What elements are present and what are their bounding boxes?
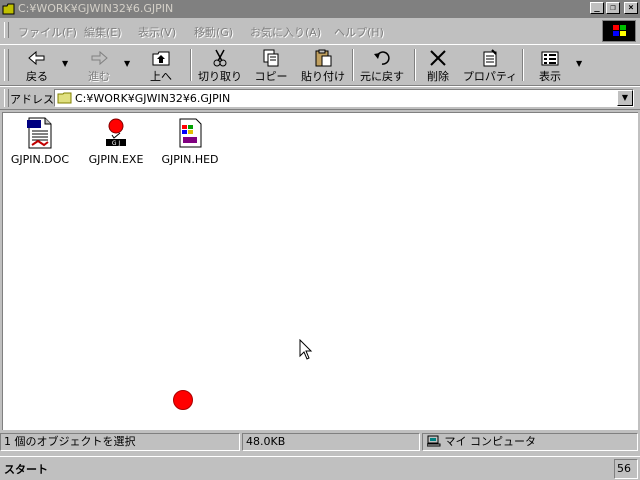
undo-label: 元に戻す: [360, 70, 404, 83]
taskbar: スタート 56: [0, 456, 640, 480]
address-grip[interactable]: [4, 89, 9, 107]
my-computer-icon: [426, 435, 441, 447]
address-combobox[interactable]: C:¥WORK¥GJWIN32¥6.GJPIN ▼: [54, 89, 634, 107]
toolbar-separator: [190, 49, 192, 81]
status-location: マイ コンピュータ: [444, 435, 537, 448]
paste-label: 貼り付け: [301, 70, 345, 83]
document-icon: [27, 117, 52, 149]
file-name: GJPIN.DOC: [10, 153, 70, 166]
exe-red-dot-icon: G J: [106, 118, 126, 147]
undo-icon: [374, 51, 390, 65]
forward-button[interactable]: 進む: [76, 47, 122, 85]
close-button[interactable]: ×: [624, 2, 638, 14]
up-label: 上へ: [150, 70, 172, 83]
menu-view[interactable]: 表示(V): [138, 24, 176, 40]
windows-flag-icon: [613, 25, 626, 36]
forward-dropdown-icon[interactable]: ▼: [124, 59, 130, 68]
cut-button[interactable]: 切り取り: [196, 47, 244, 85]
menu-file[interactable]: ファイル(F): [18, 24, 77, 40]
red-dot-marker: [173, 390, 193, 410]
mouse-pointer-icon: [299, 339, 313, 360]
cut-label: 切り取り: [198, 70, 242, 83]
toolbar-separator: [352, 49, 354, 81]
file-name: GJPIN.HED: [161, 153, 219, 166]
help-file-icon: [179, 118, 202, 148]
file-item-hed[interactable]: GJPIN.HED: [155, 117, 225, 166]
forward-label: 進む: [88, 70, 110, 83]
back-arrow-icon: [28, 50, 45, 66]
properties-button[interactable]: プロパティ: [462, 47, 518, 85]
views-dropdown-icon[interactable]: ▼: [576, 59, 582, 68]
delete-label: 削除: [427, 70, 449, 83]
menu-grip[interactable]: [4, 22, 9, 38]
address-dropdown-button[interactable]: ▼: [617, 90, 633, 106]
copy-button[interactable]: コピー: [250, 47, 292, 85]
file-list-view[interactable]: GJPIN.DOC G J GJPIN.EXE GJPIN.HED: [2, 112, 638, 430]
system-tray-clock[interactable]: 56: [614, 459, 638, 479]
views-icon: [541, 51, 559, 66]
menu-edit[interactable]: 編集(E): [84, 24, 122, 40]
delete-button[interactable]: 削除: [420, 47, 456, 85]
status-location-panel: マイ コンピュータ: [422, 433, 638, 451]
file-item-doc[interactable]: GJPIN.DOC: [5, 117, 75, 166]
start-button[interactable]: スタート: [4, 461, 48, 477]
address-path[interactable]: C:¥WORK¥GJWIN32¥6.GJPIN: [75, 92, 230, 105]
standard-toolbar: 戻る ▼ 進む ▼ 上へ 切り取り コピー 貼り付け 元に戻す 削除 プロパティ…: [0, 44, 640, 86]
status-size: 48.0KB: [242, 433, 420, 451]
toolbar-grip[interactable]: [4, 49, 9, 81]
back-label: 戻る: [26, 70, 48, 83]
windows-logo: [602, 20, 636, 42]
properties-icon: [483, 49, 497, 67]
up-button[interactable]: 上へ: [138, 47, 184, 85]
back-dropdown-icon[interactable]: ▼: [62, 59, 68, 68]
copy-icon: [263, 49, 279, 67]
undo-button[interactable]: 元に戻す: [358, 47, 406, 85]
views-button[interactable]: 表示: [528, 47, 572, 85]
status-selection: 1 個のオブジェクトを選択: [0, 433, 240, 451]
svg-text:G J: G J: [112, 140, 121, 147]
file-item-exe[interactable]: G J GJPIN.EXE: [81, 117, 151, 166]
explorer-window: C:¥WORK¥GJWIN32¥6.GJPIN _ ❐ × ファイル(F) 編集…: [0, 0, 640, 456]
folder-icon: [2, 3, 15, 15]
address-label: アドレス: [10, 93, 54, 106]
scissors-icon: [213, 49, 227, 67]
copy-label: コピー: [254, 70, 288, 83]
status-bar: 1 個のオブジェクトを選択 48.0KB マイ コンピュータ: [0, 432, 640, 452]
clipboard-icon: [315, 49, 332, 67]
paste-button[interactable]: 貼り付け: [298, 47, 348, 85]
minimize-button[interactable]: _: [590, 2, 604, 14]
delete-x-icon: [430, 50, 446, 66]
folder-up-icon: [152, 51, 170, 66]
back-button[interactable]: 戻る: [14, 47, 60, 85]
address-bar: アドレス C:¥WORK¥GJWIN32¥6.GJPIN ▼: [0, 86, 640, 110]
toolbar-separator: [414, 49, 416, 81]
menu-go[interactable]: 移動(G): [194, 24, 233, 40]
restore-button[interactable]: ❐: [606, 2, 620, 14]
forward-arrow-icon: [91, 50, 108, 66]
folder-icon: [57, 92, 72, 104]
window-title: C:¥WORK¥GJWIN32¥6.GJPIN: [18, 2, 174, 15]
file-name: GJPIN.EXE: [88, 153, 144, 166]
toolbar-separator: [522, 49, 524, 81]
properties-label: プロパティ: [462, 70, 518, 83]
menu-bar: ファイル(F) 編集(E) 表示(V) 移動(G) お気に入り(A) ヘルプ(H…: [0, 20, 600, 40]
views-label: 表示: [539, 70, 561, 83]
title-bar[interactable]: C:¥WORK¥GJWIN32¥6.GJPIN _ ❐ ×: [0, 0, 640, 18]
menu-help[interactable]: ヘルプ(H): [334, 24, 384, 40]
menu-favorites[interactable]: お気に入り(A): [250, 24, 321, 40]
